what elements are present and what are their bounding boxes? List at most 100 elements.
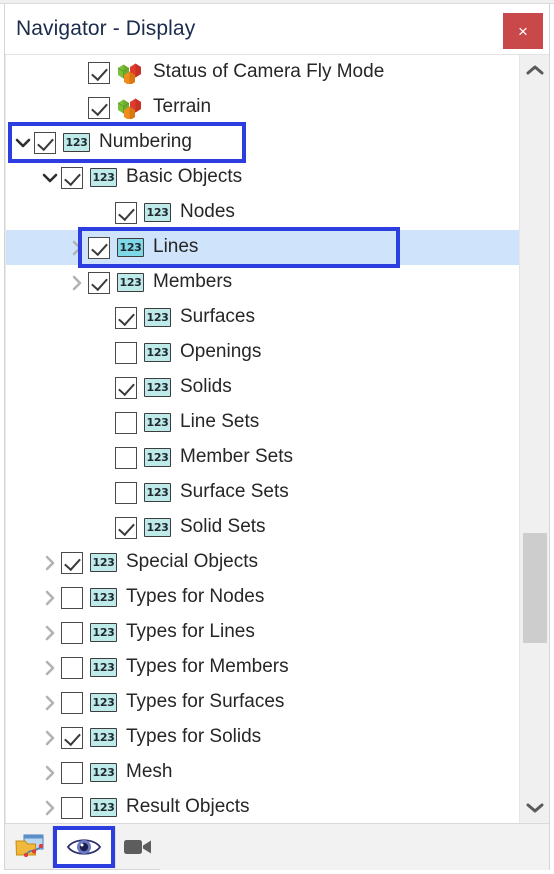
expand-toggle[interactable] [39,545,61,580]
project-navigator-icon [15,834,44,857]
row-checkbox[interactable] [115,341,137,364]
row-checkbox[interactable] [61,691,83,714]
tree-row[interactable]: 123 Numbering [6,125,519,160]
tree-row[interactable]: 123 Surface Sets [6,475,519,510]
expand-toggle[interactable] [39,650,61,685]
twisty-placeholder [93,195,115,230]
expand-toggle[interactable] [39,615,61,650]
numbering-123-icon: 123 [117,273,144,292]
numbering-123-icon: 123 [144,203,171,222]
expand-toggle[interactable] [12,125,34,160]
row-checkbox[interactable] [88,61,110,84]
chevron-down-icon [526,803,544,813]
row-checkbox[interactable] [61,166,83,189]
row-indent [6,107,66,108]
tree-row[interactable]: 123 Member Sets [6,440,519,475]
project-navigator-button[interactable] [8,826,52,868]
tree-row[interactable]: 123 Types for Members [6,650,519,685]
tree-row[interactable]: 123 Surfaces [6,300,519,335]
tree-row[interactable]: 123 Special Objects [6,545,519,580]
page-title: Navigator - Display [16,17,196,40]
tree-row[interactable]: Status of Camera Fly Mode [6,55,519,90]
twisty-placeholder [93,405,115,440]
row-indent [6,632,39,633]
tree-row-label: Mesh [126,761,173,782]
row-checkbox[interactable] [115,201,137,224]
expand-toggle[interactable] [66,265,88,300]
tree-row[interactable]: 123 Solids [6,370,519,405]
cubes-icon [117,63,141,85]
row-indent [6,772,39,773]
chevron-right-icon [45,590,55,605]
tree-row-label: Surfaces [180,306,255,327]
tree-row-label: Surface Sets [180,481,289,502]
display-navigator-tree[interactable]: Status of Camera Fly Mode Terrain 123 Numbe… [5,55,519,823]
tree-row[interactable]: 123 Types for Lines [6,615,519,650]
vertical-scrollbar[interactable] [519,55,549,823]
scroll-up-arrow[interactable] [520,55,549,85]
tree-row[interactable]: 123 Line Sets [6,405,519,440]
tree-row[interactable]: 123 Nodes [6,195,519,230]
tree-row[interactable]: 123 Types for Solids [6,720,519,755]
numbering-123-icon: 123 [90,798,117,817]
tree-row-label: Lines [153,236,199,257]
tree-row[interactable]: 123 Lines [6,230,519,265]
expand-toggle[interactable] [39,790,61,823]
row-checkbox[interactable] [61,726,83,749]
row-checkbox[interactable] [115,306,137,329]
row-indent [6,667,39,668]
views-camera-button[interactable] [116,826,160,868]
row-checkbox[interactable] [88,236,110,259]
tree-row[interactable]: 123 Mesh [6,755,519,790]
expand-toggle[interactable] [39,580,61,615]
row-checkbox[interactable] [61,586,83,609]
tree-row[interactable]: 123 Basic Objects [6,160,519,195]
title-bar: Navigator - Display × [5,4,549,54]
tree-row[interactable]: 123 Openings [6,335,519,370]
cubes-icon [117,97,144,120]
tree-row[interactable]: 123 Result Objects [6,790,519,823]
tree-row-label: Status of Camera Fly Mode [153,61,385,82]
toolbar-empty-area [160,823,549,870]
row-checkbox[interactable] [88,96,110,119]
expand-toggle[interactable] [39,685,61,720]
scrollbar-thumb[interactable] [523,533,547,643]
video-camera-icon [124,839,151,854]
row-checkbox[interactable] [61,761,83,784]
expand-toggle[interactable] [39,720,61,755]
row-indent [6,282,66,283]
numbering-123-icon: 123 [90,728,117,747]
row-indent [6,737,39,738]
twisty-placeholder [93,300,115,335]
tree-row[interactable]: Terrain [6,90,519,125]
scroll-down-arrow[interactable] [520,793,549,823]
row-checkbox[interactable] [115,411,137,434]
chevron-right-icon [72,275,82,290]
row-checkbox[interactable] [88,271,110,294]
row-checkbox[interactable] [115,516,137,539]
tree-row-label: Types for Solids [126,726,262,747]
numbering-123-icon: 123 [144,518,171,537]
row-indent [6,702,39,703]
expand-toggle[interactable] [39,755,61,790]
expand-toggle[interactable] [39,160,61,195]
row-checkbox[interactable] [61,551,83,574]
row-checkbox[interactable] [61,656,83,679]
tree-row[interactable]: 123 Types for Surfaces [6,685,519,720]
expand-toggle[interactable] [66,230,88,265]
tree-row[interactable]: 123 Types for Nodes [6,580,519,615]
tree-row[interactable]: 123 Members [6,265,519,300]
numbering-123-icon: 123 [144,308,171,327]
row-checkbox[interactable] [115,481,137,504]
close-button[interactable]: × [503,13,543,49]
row-checkbox[interactable] [34,131,56,154]
display-navigator-button[interactable] [53,825,115,868]
row-checkbox[interactable] [61,796,83,819]
row-checkbox[interactable] [115,446,137,469]
row-checkbox[interactable] [61,621,83,644]
row-indent [6,72,66,73]
tree-row[interactable]: 123 Solid Sets [6,510,519,545]
twisty-placeholder [66,55,88,90]
row-checkbox[interactable] [115,376,137,399]
chevron-up-icon [526,65,544,75]
